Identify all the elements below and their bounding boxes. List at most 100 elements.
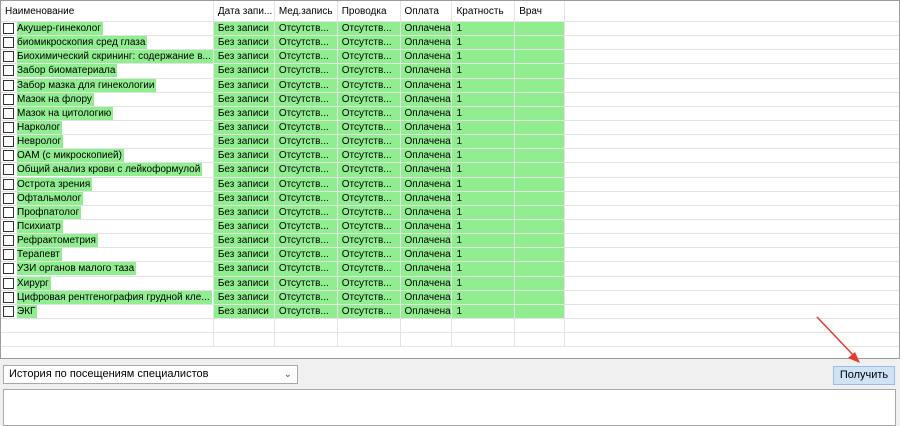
col-header-posting[interactable]: Проводка [337,1,401,22]
service-name-cell: Мазок на флору [1,92,214,107]
table-row[interactable]: Острота зрения Без записи Отсутств... Отсут… [1,177,899,192]
service-name-cell: Рефрактометрия [1,233,214,249]
checkbox-icon[interactable] [3,249,14,261]
date-cell: Без записи [213,205,275,220]
services-grid[interactable]: Наименование Дата запи... Мед.запись Про… [0,0,900,359]
service-name-label: Нарколог [17,120,63,134]
get-button[interactable]: Получить [833,366,895,385]
med-record-cell: Отсутств... [274,219,338,235]
table-row[interactable]: биомикроскопия сред глаза Без записи Отсут… [1,35,899,51]
table-row[interactable]: Офтальмолог Без записи Отсутств... Отсутств… [1,191,899,206]
med-record-cell: Отсутств... [274,49,338,65]
history-type-select[interactable]: История по посещениям специалистов ⌄ [3,365,298,384]
checkbox-icon[interactable] [3,291,14,303]
checkbox-icon[interactable] [3,107,14,119]
checkbox-icon[interactable] [3,277,14,289]
table-row[interactable]: Биохимический скрининг: содержание в... Б… [1,49,899,65]
col-header-multiplicity[interactable]: Кратность [451,1,516,22]
table-row[interactable]: УЗИ органов малого таза Без записи Отсутст… [1,261,899,277]
table-row[interactable]: Невролог Без записи Отсутств... Отсутств...… [1,134,899,150]
table-row[interactable]: ОАМ (с микроскопией) Без записи Отсутств..… [1,148,899,164]
col-header-payment[interactable]: Оплата [400,1,453,22]
service-name-cell: Офтальмолог [1,191,214,206]
chevron-down-icon[interactable]: ⌄ [284,366,292,383]
multiplicity-cell: 1 [451,219,516,235]
checkbox-icon[interactable] [3,121,14,133]
med-record-cell: Отсутств... [274,78,338,93]
checkbox-icon[interactable] [3,136,14,148]
checkbox-icon[interactable] [3,23,14,34]
checkbox-icon[interactable] [3,51,14,63]
posting-cell: Отсутств... [337,92,401,107]
payment-cell: Оплачена [400,35,453,51]
checkbox-icon[interactable] [3,164,14,176]
table-row[interactable]: Мазок на цитологию Без записи Отсутств... О… [1,106,899,121]
row-filler-cell [564,21,899,37]
multiplicity-cell: 1 [451,205,516,220]
date-cell: Без записи [213,63,275,79]
table-row[interactable]: Хирург Без записи Отсутств... Отсутств... Оп… [1,276,899,291]
empty-row [1,318,899,333]
posting-cell: Отсутств... [337,35,401,51]
table-row[interactable]: Психиатр Без записи Отсутств... Отсутств...… [1,219,899,235]
checkbox-icon[interactable] [3,305,14,317]
empty-cell [213,332,275,347]
med-record-cell: Отсутств... [274,261,338,277]
row-filler-cell [564,205,899,220]
doctor-cell [514,134,565,150]
service-name-cell: УЗИ органов малого таза [1,261,214,277]
table-row[interactable]: Нарколог Без записи Отсутств... Отсутств...… [1,120,899,136]
table-row[interactable]: Акушер-гинеколог Без записи Отсутств... Отс… [1,21,899,37]
service-name-cell: Нарколог [1,120,214,136]
row-filler-cell [564,233,899,249]
date-cell: Без записи [213,233,275,249]
doctor-cell [514,219,565,235]
table-row[interactable]: Терапевт Без записи Отсутств... Отсутств...… [1,247,899,263]
table-row[interactable]: Забор биоматериала Без записи Отсутств... О… [1,63,899,79]
table-row[interactable]: Мазок на флору Без записи Отсутств... Отсут… [1,92,899,107]
doctor-cell [514,290,565,305]
col-header-date[interactable]: Дата запи... [213,1,275,22]
col-header-med-record[interactable]: Мед.запись [274,1,338,22]
table-row[interactable]: Рефрактометрия Без записи Отсутств... Отсут… [1,233,899,249]
table-row[interactable]: ЭКГ Без записи Отсутств... Отсутств... Оплач… [1,304,899,319]
multiplicity-cell: 1 [451,290,516,305]
col-header-doctor[interactable]: Врач [514,1,565,22]
empty-cell [213,318,275,333]
date-cell: Без записи [213,148,275,164]
row-filler-cell [564,49,899,65]
payment-cell: Оплачена [400,177,453,192]
checkbox-icon[interactable] [3,65,14,77]
med-record-cell: Отсутств... [274,162,338,178]
checkbox-icon[interactable] [3,235,14,247]
checkbox-icon[interactable] [3,192,14,204]
checkbox-icon[interactable] [3,263,14,275]
table-row[interactable]: Общий анализ крови с лейкоформулой Без за… [1,162,899,178]
med-record-cell: Отсутств... [274,247,338,263]
payment-cell: Оплачена [400,148,453,164]
date-cell: Без записи [213,78,275,93]
checkbox-icon[interactable] [3,206,14,218]
col-header-name[interactable]: Наименование [1,1,214,22]
med-record-cell: Отсутств... [274,120,338,136]
empty-cell [274,318,338,333]
row-filler-cell [564,134,899,150]
checkbox-icon[interactable] [3,37,14,49]
posting-cell: Отсутств... [337,205,401,220]
checkbox-icon[interactable] [3,150,14,162]
table-row[interactable]: Забор мазка для гинекологии Без записи Отс… [1,78,899,93]
checkbox-icon[interactable] [3,178,14,190]
payment-cell: Оплачена [400,106,453,121]
service-name-cell: Биохимический скрининг: содержание в... [1,49,214,65]
checkbox-icon[interactable] [3,220,14,232]
checkbox-icon[interactable] [3,93,14,105]
table-row[interactable]: Цифровая рентгенография грудной кле... Бе… [1,290,899,305]
doctor-cell [514,148,565,164]
doctor-cell [514,177,565,192]
table-row[interactable]: Профпатолог Без записи Отсутств... Отсутств… [1,205,899,220]
checkbox-icon[interactable] [3,79,14,91]
grid-header-row: Наименование Дата запи... Мед.запись Про… [1,1,899,22]
multiplicity-cell: 1 [451,49,516,65]
payment-cell: Оплачена [400,162,453,178]
date-cell: Без записи [213,177,275,192]
